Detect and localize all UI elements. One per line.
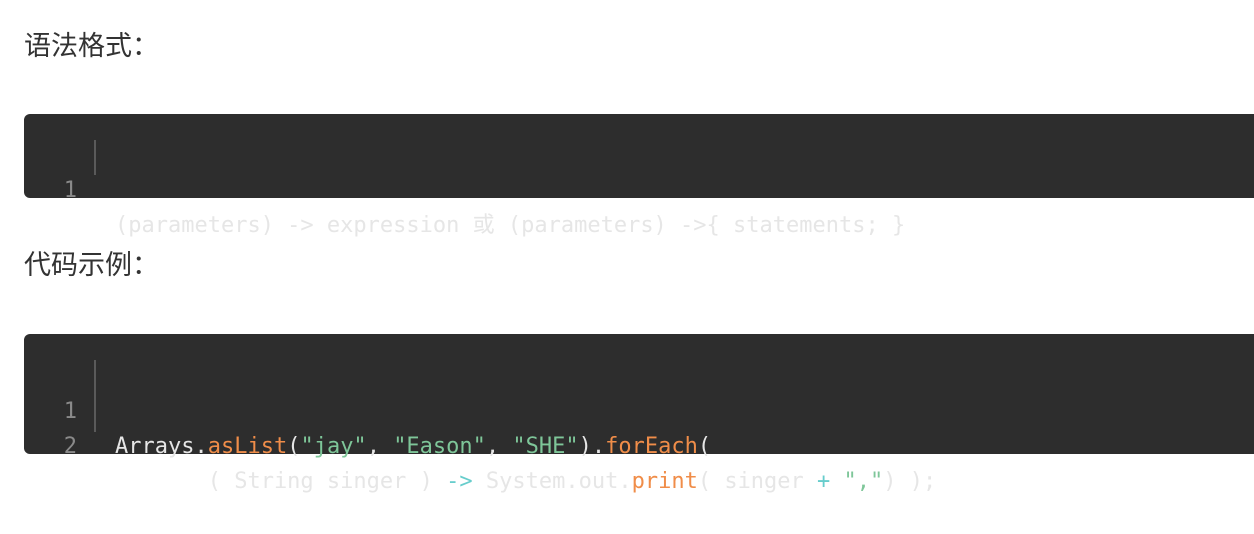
code-token-string: "jay" bbox=[300, 434, 367, 459]
code-token-string: "," bbox=[843, 469, 884, 494]
line-number: 1 bbox=[63, 178, 77, 203]
syntax-heading: 语法格式： bbox=[24, 31, 159, 62]
code-token-string: "SHE" bbox=[512, 434, 579, 459]
syntax-code-block: 1 (parameters) -> expression 或 (paramete… bbox=[24, 114, 1254, 238]
code-text: Arrays.asList("jay", "Eason", "SHE").for… bbox=[115, 429, 711, 464]
code-line: 1 (parameters) -> expression 或 (paramete… bbox=[24, 138, 1254, 238]
code-token-string: "Eason" bbox=[393, 434, 486, 459]
code-token-function: print bbox=[631, 469, 698, 494]
code-line: 2 ( String singer ) -> System.out.print(… bbox=[24, 394, 1254, 494]
line-number: 2 bbox=[63, 434, 77, 459]
code-token: , bbox=[485, 434, 513, 459]
code-token-function: forEach bbox=[605, 434, 698, 459]
code-token: ). bbox=[578, 434, 606, 459]
code-token: ( bbox=[287, 434, 301, 459]
code-token: ( bbox=[697, 434, 712, 459]
code-token: Arrays. bbox=[115, 434, 208, 459]
code-text: (parameters) -> expression 或 (parameters… bbox=[115, 213, 906, 238]
code-token-function: asList bbox=[207, 434, 288, 459]
example-code-block: 1 Arrays.asList("jay", "Eason", "SHE").f… bbox=[24, 334, 1254, 494]
code-token: ( singer bbox=[697, 469, 818, 494]
code-token-operator: + bbox=[817, 469, 831, 494]
code-line: 1 Arrays.asList("jay", "Eason", "SHE").f… bbox=[24, 359, 1254, 459]
code-token: , bbox=[366, 434, 394, 459]
example-heading: 代码示例： bbox=[24, 250, 159, 281]
code-token-operator: -> bbox=[446, 469, 473, 494]
code-token: System.out. bbox=[472, 469, 632, 494]
code-token: ) ); bbox=[883, 469, 937, 494]
code-text: ( String singer ) -> System.out.print( s… bbox=[115, 464, 937, 499]
code-token: ( String singer ) bbox=[115, 469, 447, 494]
